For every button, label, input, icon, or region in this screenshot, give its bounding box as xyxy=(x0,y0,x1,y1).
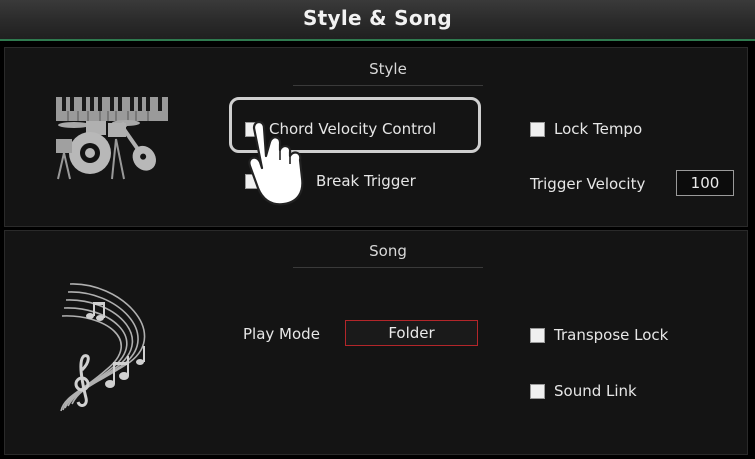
drum-keyboard-guitar-icon xyxy=(56,97,168,180)
play-mode-selector[interactable]: Folder xyxy=(345,320,478,346)
lock-tempo-checkbox[interactable]: Lock Tempo xyxy=(530,120,642,138)
sound-link-label: Sound Link xyxy=(554,382,637,400)
song-section-title: Song xyxy=(293,242,483,268)
tap-hand-icon xyxy=(248,120,304,206)
play-mode-label: Play Mode xyxy=(243,325,320,343)
checkbox-box[interactable] xyxy=(530,121,545,137)
style-section-title: Style xyxy=(293,60,483,86)
checkbox-box[interactable] xyxy=(530,383,545,399)
trigger-velocity-label: Trigger Velocity xyxy=(530,175,646,193)
trigger-velocity-field[interactable]: 100 xyxy=(676,170,734,196)
title-bar: Style & Song xyxy=(0,0,755,41)
transpose-lock-label: Transpose Lock xyxy=(554,326,669,344)
lock-tempo-label: Lock Tempo xyxy=(554,120,643,138)
sound-link-checkbox[interactable]: Sound Link xyxy=(530,382,637,400)
music-staff-icon xyxy=(60,283,146,412)
transpose-lock-checkbox[interactable]: Transpose Lock xyxy=(530,326,668,344)
page-title: Style & Song xyxy=(302,6,453,30)
checkbox-box[interactable] xyxy=(530,327,545,343)
